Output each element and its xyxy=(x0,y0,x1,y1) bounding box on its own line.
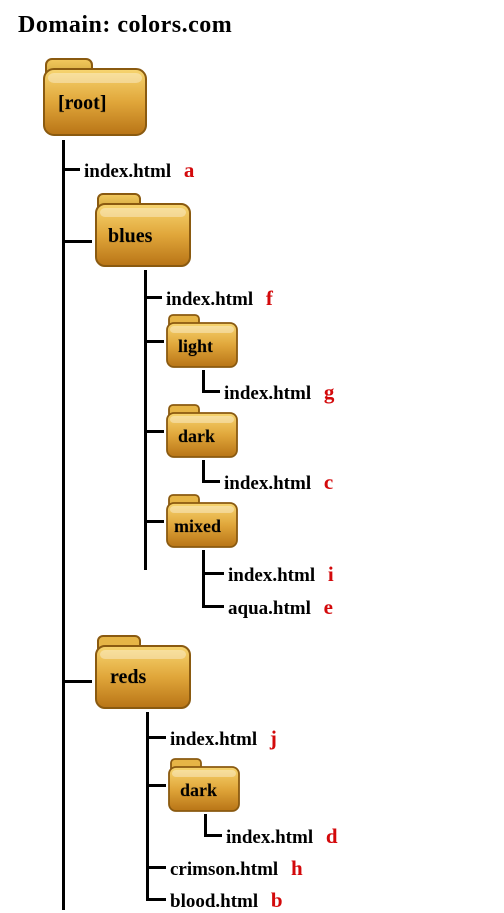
file-letter: g xyxy=(324,380,335,404)
folder-label-light: light xyxy=(178,336,213,357)
folder-label-reds: reds xyxy=(110,666,146,689)
file-blood: blood.html b xyxy=(170,888,283,913)
file-blues-index: index.html f xyxy=(166,286,273,311)
tree-diagram: Domain: colors.com [root] index xyxy=(0,0,504,912)
file-name: blood.html xyxy=(170,891,258,912)
file-letter: a xyxy=(184,158,195,182)
file-name: index.html xyxy=(228,565,315,586)
file-letter: e xyxy=(324,595,333,619)
file-name: aqua.html xyxy=(228,598,311,619)
page-title: Domain: colors.com xyxy=(18,12,232,39)
file-letter: f xyxy=(266,286,273,310)
file-light-index: index.html g xyxy=(224,380,334,405)
folder-label-dark-reds: dark xyxy=(180,780,217,801)
folder-label-dark-blues: dark xyxy=(178,426,215,447)
file-name: index.html xyxy=(84,161,171,182)
file-name: index.html xyxy=(166,289,253,310)
file-letter: d xyxy=(326,824,338,848)
file-root-index: index.html a xyxy=(84,158,194,183)
file-letter: c xyxy=(324,470,333,494)
file-name: index.html xyxy=(224,473,311,494)
file-dark-blues-index: index.html c xyxy=(224,470,333,495)
file-letter: j xyxy=(270,726,277,750)
file-letter: b xyxy=(271,888,283,912)
file-crimson: crimson.html h xyxy=(170,856,303,881)
file-name: index.html xyxy=(226,827,313,848)
file-name: index.html xyxy=(170,729,257,750)
file-letter: i xyxy=(328,562,334,586)
folder-label-root: [root] xyxy=(58,92,107,115)
file-letter: h xyxy=(291,856,303,880)
file-mixed-aqua: aqua.html e xyxy=(228,595,333,620)
file-mixed-index: index.html i xyxy=(228,562,334,587)
folder-label-mixed: mixed xyxy=(174,516,221,537)
file-reds-index: index.html j xyxy=(170,726,277,751)
folder-label-blues: blues xyxy=(108,225,152,248)
file-dark-reds-index: index.html d xyxy=(226,824,338,849)
file-name: crimson.html xyxy=(170,859,278,880)
file-name: index.html xyxy=(224,383,311,404)
